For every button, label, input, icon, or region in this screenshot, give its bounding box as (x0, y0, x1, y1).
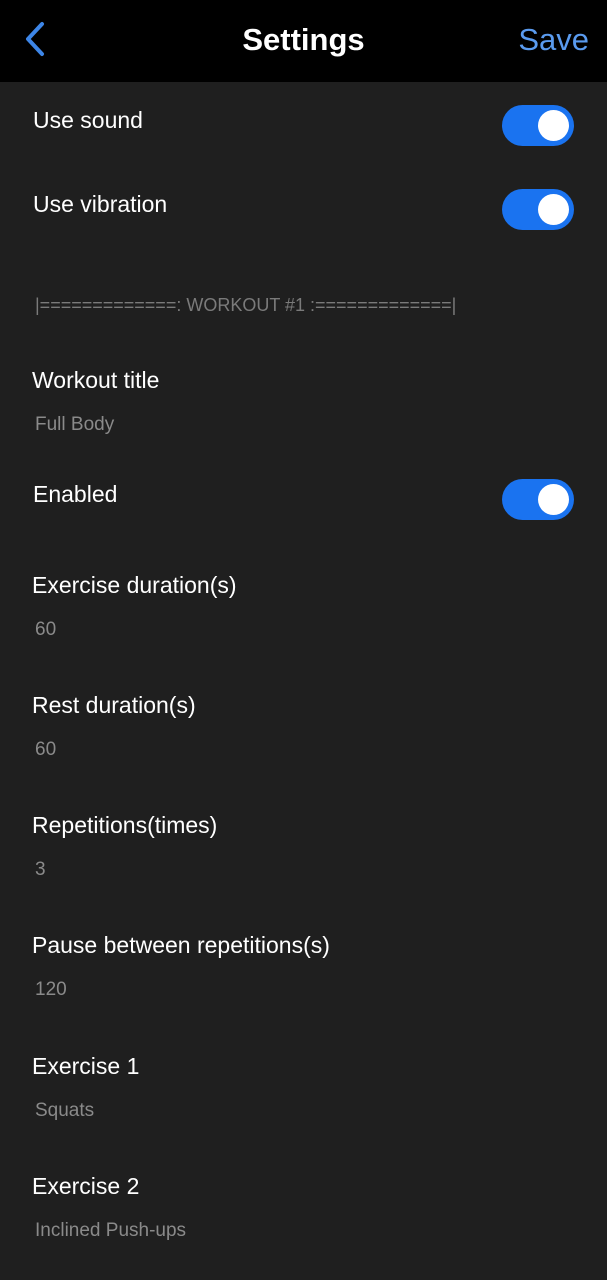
use-vibration-label: Use vibration (33, 191, 168, 217)
toggle-knob (538, 194, 569, 225)
exercise-duration-label: Exercise duration(s) (32, 572, 237, 598)
exercise-2-label: Exercise 2 (32, 1173, 140, 1199)
rest-duration-label: Rest duration(s) (32, 692, 196, 718)
enabled-label: Enabled (33, 481, 118, 507)
page-title: Settings (242, 22, 365, 57)
toggle-knob (538, 110, 569, 141)
use-sound-toggle[interactable] (502, 105, 574, 146)
repetitions-field[interactable]: 3 (35, 857, 46, 883)
use-sound-label: Use sound (33, 107, 143, 133)
enabled-toggle[interactable] (502, 479, 574, 520)
toggle-knob (538, 484, 569, 515)
save-button[interactable]: Save (518, 20, 589, 60)
pause-between-repetitions-field[interactable]: 120 (35, 977, 67, 1003)
exercise-1-field[interactable]: Squats (35, 1098, 94, 1124)
workout-title-label: Workout title (32, 367, 160, 393)
rest-duration-field[interactable]: 60 (35, 737, 56, 763)
exercise-2-field[interactable]: Inclined Push-ups (35, 1218, 186, 1244)
workout-title-field[interactable]: Full Body (35, 412, 114, 438)
exercise-duration-field[interactable]: 60 (35, 617, 56, 643)
repetitions-label: Repetitions(times) (32, 812, 218, 838)
top-app-bar: Settings Save (0, 0, 607, 82)
use-vibration-toggle[interactable] (502, 189, 574, 230)
workout-section-header: |=============: WORKOUT #1 :============… (35, 295, 457, 315)
exercise-1-label: Exercise 1 (32, 1053, 140, 1079)
pause-between-repetitions-label: Pause between repetitions(s) (32, 932, 330, 958)
